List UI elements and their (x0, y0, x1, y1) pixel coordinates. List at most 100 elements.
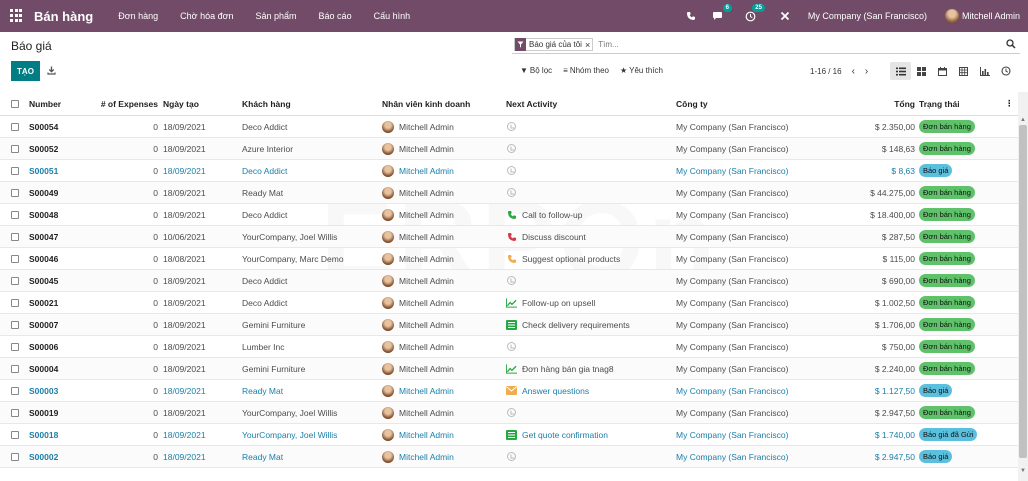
calendar-view-icon[interactable] (932, 62, 953, 80)
messages-icon[interactable]: 6 (712, 4, 732, 21)
row-checkbox[interactable] (11, 430, 19, 439)
table-row[interactable]: S00004 0 18/09/2021 Gemini Furniture Mitchel… (0, 358, 1018, 380)
row-checkbox[interactable] (11, 276, 19, 285)
apps-menu-icon[interactable] (10, 9, 24, 23)
row-checkbox[interactable] (11, 210, 19, 219)
scroll-down-icon[interactable]: ▼ (1020, 468, 1026, 474)
table-row[interactable]: S00052 0 18/09/2021 Azure Interior Mitchell … (0, 138, 1018, 160)
kanban-view-icon[interactable] (911, 62, 932, 80)
row-checkbox[interactable] (11, 452, 19, 461)
row-checkbox[interactable] (11, 166, 19, 175)
scroll-up-icon[interactable]: ▲ (1020, 117, 1026, 123)
company-name: My Company (San Francisco) (676, 451, 789, 462)
envelope-icon[interactable] (506, 385, 517, 396)
row-checkbox[interactable] (11, 364, 19, 373)
col-number[interactable]: Number (29, 92, 61, 115)
list-view-icon[interactable] (890, 62, 911, 80)
table-row[interactable]: S00006 0 18/09/2021 Lumber Inc Mitchell Admi… (0, 336, 1018, 358)
table-row[interactable]: S00003 0 18/09/2021 Ready Mat Mitchell Admin… (0, 380, 1018, 402)
row-checkbox[interactable] (11, 342, 19, 351)
table-row[interactable]: S00002 0 18/09/2021 Ready Mat Mitchell Admin… (0, 446, 1018, 468)
table-row[interactable]: S00019 0 18/09/2021 YourCompany, Joel Willi… (0, 402, 1018, 424)
table-row[interactable]: S00054 0 18/09/2021 Deco Addict Mitchell Adm… (0, 116, 1018, 138)
col-expenses[interactable]: # of Expenses (100, 92, 158, 115)
schedule-activity-icon[interactable] (506, 187, 517, 198)
menu-reporting[interactable]: Báo cáo (319, 11, 352, 21)
pager-value[interactable]: 1-16 / 16 (810, 67, 842, 76)
activity-view-icon[interactable] (995, 62, 1016, 80)
salesperson-name: Mitchell Admin (399, 407, 454, 418)
salesperson-avatar (382, 340, 394, 353)
table-row[interactable]: S00007 0 18/09/2021 Gemini Furniture Mitchel… (0, 314, 1018, 336)
scrollbar-thumb[interactable] (1019, 125, 1027, 458)
col-activity[interactable]: Next Activity (506, 92, 557, 115)
company-switcher[interactable]: My Company (San Francisco) (808, 11, 927, 21)
row-checkbox[interactable] (11, 386, 19, 395)
pager-next-icon[interactable]: › (865, 66, 868, 77)
row-checkbox[interactable] (11, 144, 19, 153)
menu-to-invoice[interactable]: Chờ hóa đơn (180, 11, 233, 21)
phone-icon[interactable] (506, 209, 517, 220)
schedule-activity-icon[interactable] (506, 121, 517, 132)
col-total[interactable]: Tổng (840, 92, 915, 115)
schedule-activity-icon[interactable] (506, 275, 517, 286)
user-avatar[interactable] (944, 9, 959, 23)
app-name[interactable]: Bán hàng (34, 9, 93, 24)
table-row[interactable]: S00047 0 10/06/2021 YourCompany, Joel Willi… (0, 226, 1018, 248)
table-row[interactable]: S00046 0 18/08/2021 YourCompany, Marc Demo M… (0, 248, 1018, 270)
row-checkbox[interactable] (11, 254, 19, 263)
activities-clock-icon[interactable]: 25 (745, 3, 765, 22)
todo-list-icon[interactable] (506, 319, 517, 330)
order-total: $ 44.275,00 (870, 187, 915, 198)
graph-view-icon[interactable] (974, 62, 995, 80)
favorites-dropdown[interactable]: ★ Yêu thích (620, 66, 663, 75)
schedule-activity-icon[interactable] (506, 407, 517, 418)
todo-list-icon[interactable] (506, 429, 517, 440)
phone-icon[interactable] (506, 231, 517, 242)
menu-products[interactable]: Sản phẩm (256, 11, 297, 21)
row-checkbox[interactable] (11, 122, 19, 131)
debug-tools-icon[interactable] (780, 11, 790, 21)
groupby-dropdown[interactable]: ≡ Nhóm theo (563, 66, 609, 75)
order-total: $ 1.002,50 (874, 297, 915, 308)
phone-icon[interactable] (686, 11, 696, 21)
table-row[interactable]: S00048 0 18/09/2021 Deco Addict Mitchell Adm… (0, 204, 1018, 226)
optional-columns-icon[interactable]: ⋮ (1005, 92, 1014, 115)
row-checkbox[interactable] (11, 232, 19, 241)
pivot-view-icon[interactable] (953, 62, 974, 80)
create-button[interactable]: TẠO (11, 61, 40, 81)
row-checkbox[interactable] (11, 188, 19, 197)
col-customer[interactable]: Khách hàng (242, 92, 291, 115)
col-salesperson[interactable]: Nhân viên kinh doanh (382, 92, 470, 115)
table-row[interactable]: S00051 0 18/09/2021 Deco Addict Mitchell Adm… (0, 160, 1018, 182)
download-icon[interactable] (47, 66, 56, 77)
table-row[interactable]: S00049 0 18/09/2021 Ready Mat Mitchell Admin… (0, 182, 1018, 204)
table-row[interactable]: S00045 0 18/09/2021 Deco Addict Mitchell Adm… (0, 270, 1018, 292)
schedule-activity-icon[interactable] (506, 143, 517, 154)
facet-remove-icon[interactable]: × (585, 40, 592, 50)
search-input[interactable] (598, 40, 1020, 49)
table-row[interactable]: S00018 0 18/09/2021 YourCompany, Joel Willi… (0, 424, 1018, 446)
row-checkbox[interactable] (11, 298, 19, 307)
schedule-activity-icon[interactable] (506, 165, 517, 176)
pager-previous-icon[interactable]: ‹ (852, 66, 855, 77)
phone-icon[interactable] (506, 253, 517, 264)
menu-orders[interactable]: Đơn hàng (118, 11, 158, 21)
order-total: $ 18.400,00 (870, 209, 915, 220)
row-checkbox[interactable] (11, 408, 19, 417)
salesperson-avatar (382, 186, 394, 199)
search-icon[interactable] (1006, 39, 1016, 51)
upsell-chart-icon[interactable] (506, 297, 517, 308)
menu-configuration[interactable]: Cấu hình (374, 11, 411, 21)
upsell-chart-icon[interactable] (506, 363, 517, 374)
table-row[interactable]: S00021 0 18/09/2021 Deco Addict Mitchell Adm… (0, 292, 1018, 314)
col-date[interactable]: Ngày tạo (163, 92, 199, 115)
filter-dropdown[interactable]: ▼ Bộ lọc (520, 66, 552, 75)
schedule-activity-icon[interactable] (506, 451, 517, 462)
col-company[interactable]: Công ty (676, 92, 708, 115)
col-status[interactable]: Trạng thái (919, 92, 960, 115)
schedule-activity-icon[interactable] (506, 341, 517, 352)
user-menu[interactable]: Mitchell Admin (962, 11, 1020, 21)
select-all-checkbox[interactable] (11, 99, 19, 108)
row-checkbox[interactable] (11, 320, 19, 329)
